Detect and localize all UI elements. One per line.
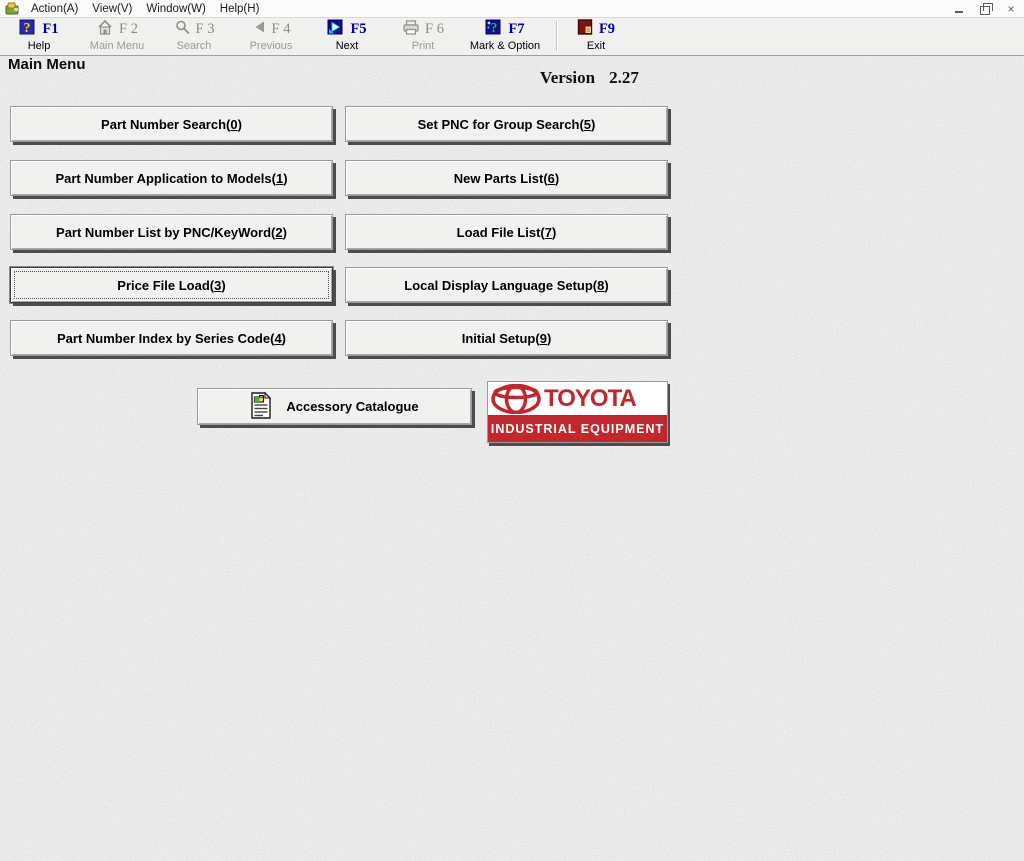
initial-setup-button[interactable]: Initial Setup(9) [345,320,668,356]
price-file-load-button[interactable]: Price File Load(3) [10,267,333,303]
search-icon [174,19,191,41]
load-file-list-button[interactable]: Load File List(7) [345,214,668,250]
toolbar-next-button[interactable]: F5 Next [314,20,380,53]
svg-text:?: ? [24,21,31,36]
help-icon: ? [19,19,37,41]
button-label: Part Number Search(0) [101,117,242,132]
restore-icon[interactable] [978,2,992,16]
next-icon [327,19,345,41]
toolbar: ? F1 Help F 2 Main Menu [0,18,1024,56]
exit-icon [577,19,594,41]
button-label: New Parts List(6) [454,171,560,186]
toolbar-main-menu-button: F 2 Main Menu [78,20,156,53]
menu-bar: Action(A) View(V) Window(W) Help(H) × [0,0,1024,18]
button-label: Initial Setup(9) [462,331,552,346]
menu-window[interactable]: Window(W) [139,2,212,16]
button-label: Local Display Language Setup(8) [404,278,608,293]
toyota-brand-text: TOYOTA [544,385,636,413]
button-label: Load File List(7) [457,225,557,240]
toolbar-previous-button: F 4 Previous [236,20,306,53]
part-number-search-button[interactable]: Part Number Search(0) [10,106,333,142]
accessory-catalogue-button[interactable]: Accessory Catalogue [197,388,472,425]
toyota-logo-top: TOYOTA [488,382,667,415]
menu-action[interactable]: Action(A) [24,2,85,16]
toolbar-exit-button[interactable]: F9 Exit [566,20,626,53]
toolbar-help-button[interactable]: ? F1 Help [10,20,68,53]
page-title: Main Menu [8,56,86,73]
previous-icon [252,19,267,40]
close-icon[interactable]: × [1004,2,1018,16]
document-icon [250,392,272,422]
part-number-application-to-models-button[interactable]: Part Number Application to Models(1) [10,160,333,196]
toyota-tagline-text: INDUSTRIAL EQUIPMENT [491,422,664,436]
version-text: Version2.27 [540,68,639,88]
button-label: Part Number Index by Series Code(4) [57,331,286,346]
set-pnc-for-group-search-button[interactable]: Set PNC for Group Search(5) [345,106,668,142]
menu-view[interactable]: View(V) [85,2,139,16]
local-display-language-setup-button[interactable]: Local Display Language Setup(8) [345,267,668,303]
button-label: Part Number List by PNC/KeyWord(2) [56,225,287,240]
button-label: Accessory Catalogue [286,399,418,414]
menu-help[interactable]: Help(H) [213,2,267,16]
toyota-logo-bottom: INDUSTRIAL EQUIPMENT [488,415,667,442]
main-menu-icon [96,19,114,41]
part-number-list-by-pnc-keyword-button[interactable]: Part Number List by PNC/KeyWord(2) [10,214,333,250]
window-controls: × [952,0,1018,17]
toolbar-search-button: F 3 Search [158,20,230,53]
button-label: Set PNC for Group Search(5) [418,117,596,132]
toolbar-separator [556,21,558,51]
new-parts-list-button[interactable]: New Parts List(6) [345,160,668,196]
mark-option-icon: ? [485,19,503,41]
app-icon [5,2,20,15]
application-window: Action(A) View(V) Window(W) Help(H) × ? … [0,0,1024,861]
toolbar-mark-option-button[interactable]: ? F7 Mark & Option [460,20,550,53]
part-number-index-by-series-code-button[interactable]: Part Number Index by Series Code(4) [10,320,333,356]
button-label: Price File Load(3) [117,278,225,293]
toolbar-print-button: F 6 Print [392,20,454,53]
print-icon [402,19,420,41]
svg-text:?: ? [491,20,498,35]
minimize-icon[interactable] [952,2,966,16]
button-label: Part Number Application to Models(1) [55,171,287,186]
toyota-emblem-icon [491,384,541,414]
toyota-logo: TOYOTA INDUSTRIAL EQUIPMENT [487,381,668,443]
